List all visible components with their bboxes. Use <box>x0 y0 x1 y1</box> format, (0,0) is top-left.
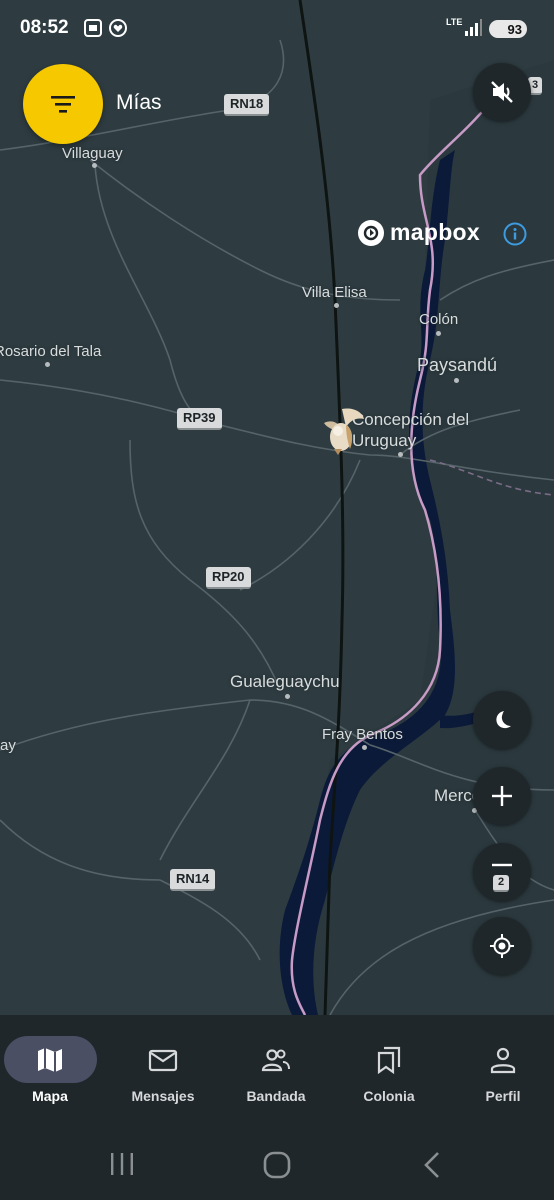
battery-indicator: 93 <box>489 20 527 38</box>
recent-apps-icon[interactable] <box>108 1151 136 1177</box>
place-label: Rosario del Tala <box>0 343 102 360</box>
bottom-nav: Mapa Mensajes Bandada Colonia Perfil <box>0 1015 554 1125</box>
place-dot <box>436 331 441 336</box>
road-shield: RP20 <box>206 567 251 589</box>
mapbox-brand: mapbox <box>390 219 480 245</box>
clock: 08:52 <box>20 17 69 38</box>
moon-icon <box>496 711 511 729</box>
my-location-button[interactable] <box>473 917 531 975</box>
road-shield: RP39 <box>177 408 222 430</box>
zoom-out-button[interactable] <box>473 843 531 901</box>
place-dot <box>92 163 97 168</box>
place-dot <box>398 452 403 457</box>
mail-icon <box>148 1049 178 1072</box>
status-bar: 08:52 LTE 93 <box>0 0 554 58</box>
road-shield: RN14 <box>170 869 216 891</box>
nav-label: Mapa <box>32 1088 68 1104</box>
group-icon <box>261 1049 290 1072</box>
zoom-level-badge: 2 <box>493 875 510 892</box>
map-icon <box>38 1048 62 1072</box>
nav-item-perfil[interactable]: Perfil <box>448 1015 554 1125</box>
person-icon <box>490 1047 516 1074</box>
mapbox-logo[interactable]: mapbox <box>358 219 480 246</box>
bookmarks-icon <box>377 1046 401 1075</box>
road-shield: RN18 <box>224 94 270 116</box>
back-icon[interactable] <box>420 1151 444 1179</box>
screenshot-icon <box>84 19 102 37</box>
mapbox-logo-icon <box>358 219 384 246</box>
place-label: Paysandú <box>417 355 498 375</box>
night-mode-button[interactable] <box>473 691 531 749</box>
place-dot <box>362 745 367 750</box>
nav-item-colonia[interactable]: Colonia <box>334 1015 444 1125</box>
place-label: Gualeguaychu <box>230 672 340 691</box>
place-label: ay <box>0 737 16 754</box>
zoom-in-button[interactable] <box>473 767 531 825</box>
system-nav-bar <box>0 1125 554 1200</box>
filter-icon <box>51 96 75 113</box>
nav-label: Bandada <box>246 1088 306 1104</box>
minus-icon <box>492 863 512 867</box>
map-canvas[interactable]: Villaguay Villa Elisa Colón Rosario del … <box>0 0 554 1015</box>
nav-item-bandada[interactable]: Bandada <box>221 1015 331 1125</box>
place-label: Villa Elisa <box>302 284 367 301</box>
place-dot <box>334 303 339 308</box>
place-dot <box>454 378 459 383</box>
nav-item-mapa[interactable]: Mapa <box>0 1015 110 1125</box>
volume-off-icon <box>491 81 513 103</box>
place-label-text: Concepción del Uruguay <box>352 410 470 450</box>
place-label: Concepción del Uruguay <box>352 409 472 451</box>
battery-level: 93 <box>507 21 522 37</box>
place-label: Fray Bentos <box>322 726 403 743</box>
signal-icon <box>465 19 482 36</box>
place-label: Colón <box>419 311 459 328</box>
place-label: Villaguay <box>62 145 123 162</box>
owl-marker-icon[interactable] <box>318 405 366 457</box>
nav-label: Mensajes <box>131 1088 195 1104</box>
home-icon[interactable] <box>262 1151 292 1179</box>
plus-icon <box>492 786 512 806</box>
mute-button[interactable] <box>473 63 531 121</box>
place-dot <box>45 362 50 367</box>
crosshair-icon <box>490 934 514 958</box>
nav-label: Perfil <box>485 1088 521 1104</box>
network-label: LTE <box>446 17 463 27</box>
place-dot <box>285 694 290 699</box>
filter-label[interactable]: Mías <box>116 91 162 115</box>
nav-label: Colonia <box>363 1088 415 1104</box>
nav-item-mensajes[interactable]: Mensajes <box>108 1015 218 1125</box>
health-icon <box>109 19 127 37</box>
info-icon[interactable] <box>503 222 527 246</box>
filter-button[interactable] <box>23 64 103 144</box>
